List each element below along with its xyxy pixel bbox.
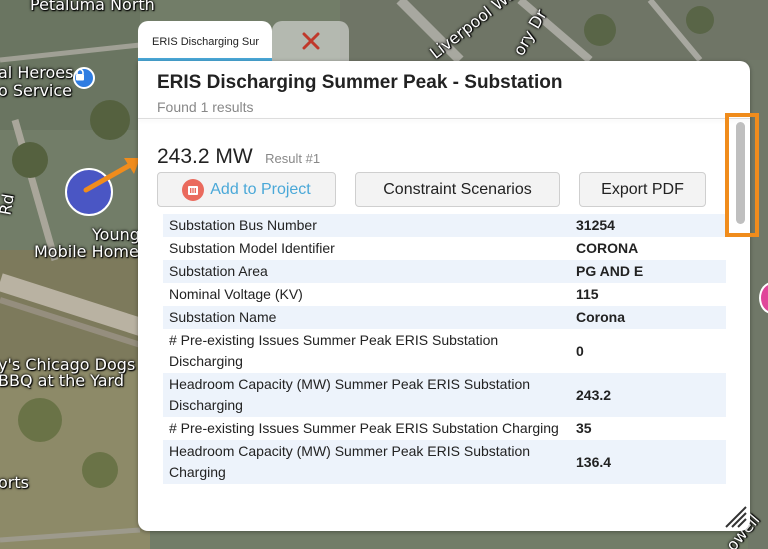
row-value: 115	[576, 286, 599, 302]
row-value: 0	[576, 342, 584, 359]
row-label: Substation Area	[169, 263, 268, 279]
table-row: Nominal Voltage (KV) 115	[163, 283, 726, 306]
row-value: CORONA	[576, 240, 639, 256]
row-label: Nominal Voltage (KV)	[169, 286, 303, 302]
results-panel: ERIS Discharging Summer Peak - Substatio…	[138, 61, 750, 531]
table-row: Substation Bus Number 31254	[163, 214, 726, 237]
table-row: # Pre-existing Issues Summer Peak ERIS S…	[163, 329, 726, 373]
row-value: 136.4	[576, 453, 612, 470]
close-icon	[302, 32, 319, 50]
result-value: 243.2 MW	[157, 145, 253, 168]
results-count: Found 1 results	[157, 99, 254, 115]
row-label: # Pre-existing Issues Summer Peak ERIS S…	[169, 332, 499, 369]
tab-eris-discharging[interactable]: ERIS Discharging Sur	[138, 21, 272, 61]
table-row: Substation Area PG AND E	[163, 260, 726, 283]
scrollbar-highlight	[725, 113, 759, 237]
export-pdf-label: Export PDF	[601, 180, 684, 198]
row-label: Headroom Capacity (MW) Summer Peak ERIS …	[169, 376, 531, 413]
map-label: o Service	[0, 81, 73, 100]
map-label: Mobile Home	[34, 242, 139, 261]
add-to-project-label: Add to Project	[210, 180, 311, 198]
row-label: Substation Name	[169, 309, 277, 325]
map-label: al Heroes	[0, 63, 74, 82]
map-label: Rd	[0, 192, 18, 217]
constraint-scenarios-label: Constraint Scenarios	[383, 180, 532, 198]
map-label: Petaluma North	[30, 0, 155, 14]
result-header: 243.2 MW Result #1	[157, 145, 320, 169]
results-content[interactable]: 243.2 MW Result #1 Add to Project Constr…	[138, 119, 728, 488]
row-label: # Pre-existing Issues Summer Peak ERIS S…	[169, 420, 559, 436]
add-to-project-button[interactable]: Add to Project	[157, 172, 336, 207]
result-number: Result #1	[265, 151, 321, 166]
map-label: orts	[0, 473, 29, 492]
constraint-scenarios-button[interactable]: Constraint Scenarios	[355, 172, 560, 207]
properties-table: Substation Bus Number 31254 Substation M…	[163, 214, 726, 484]
table-row: Substation Model Identifier CORONA	[163, 237, 726, 260]
export-pdf-button[interactable]: Export PDF	[579, 172, 706, 207]
panel-title: ERIS Discharging Summer Peak - Substatio…	[157, 72, 563, 93]
project-icon	[182, 178, 205, 201]
resize-handle-icon[interactable]	[722, 503, 748, 529]
tab-label: ERIS Discharging Sur	[152, 36, 259, 48]
table-row: Substation Name Corona	[163, 306, 726, 329]
row-value: PG AND E	[576, 263, 644, 279]
row-label: Substation Bus Number	[169, 217, 317, 233]
row-label: Headroom Capacity (MW) Summer Peak ERIS …	[169, 443, 531, 480]
table-row: Headroom Capacity (MW) Summer Peak ERIS …	[163, 440, 726, 484]
map-label: BBQ at the Yard	[0, 371, 124, 390]
row-value: Corona	[576, 309, 625, 325]
close-tab-button[interactable]	[272, 21, 349, 61]
row-value: 31254	[576, 217, 615, 233]
table-row: # Pre-existing Issues Summer Peak ERIS S…	[163, 417, 726, 440]
row-value: 35	[576, 420, 592, 436]
lock-icon[interactable]	[73, 67, 95, 89]
table-row: Headroom Capacity (MW) Summer Peak ERIS …	[163, 373, 726, 417]
row-value: 243.2	[576, 386, 612, 403]
row-label: Substation Model Identifier	[169, 240, 335, 256]
